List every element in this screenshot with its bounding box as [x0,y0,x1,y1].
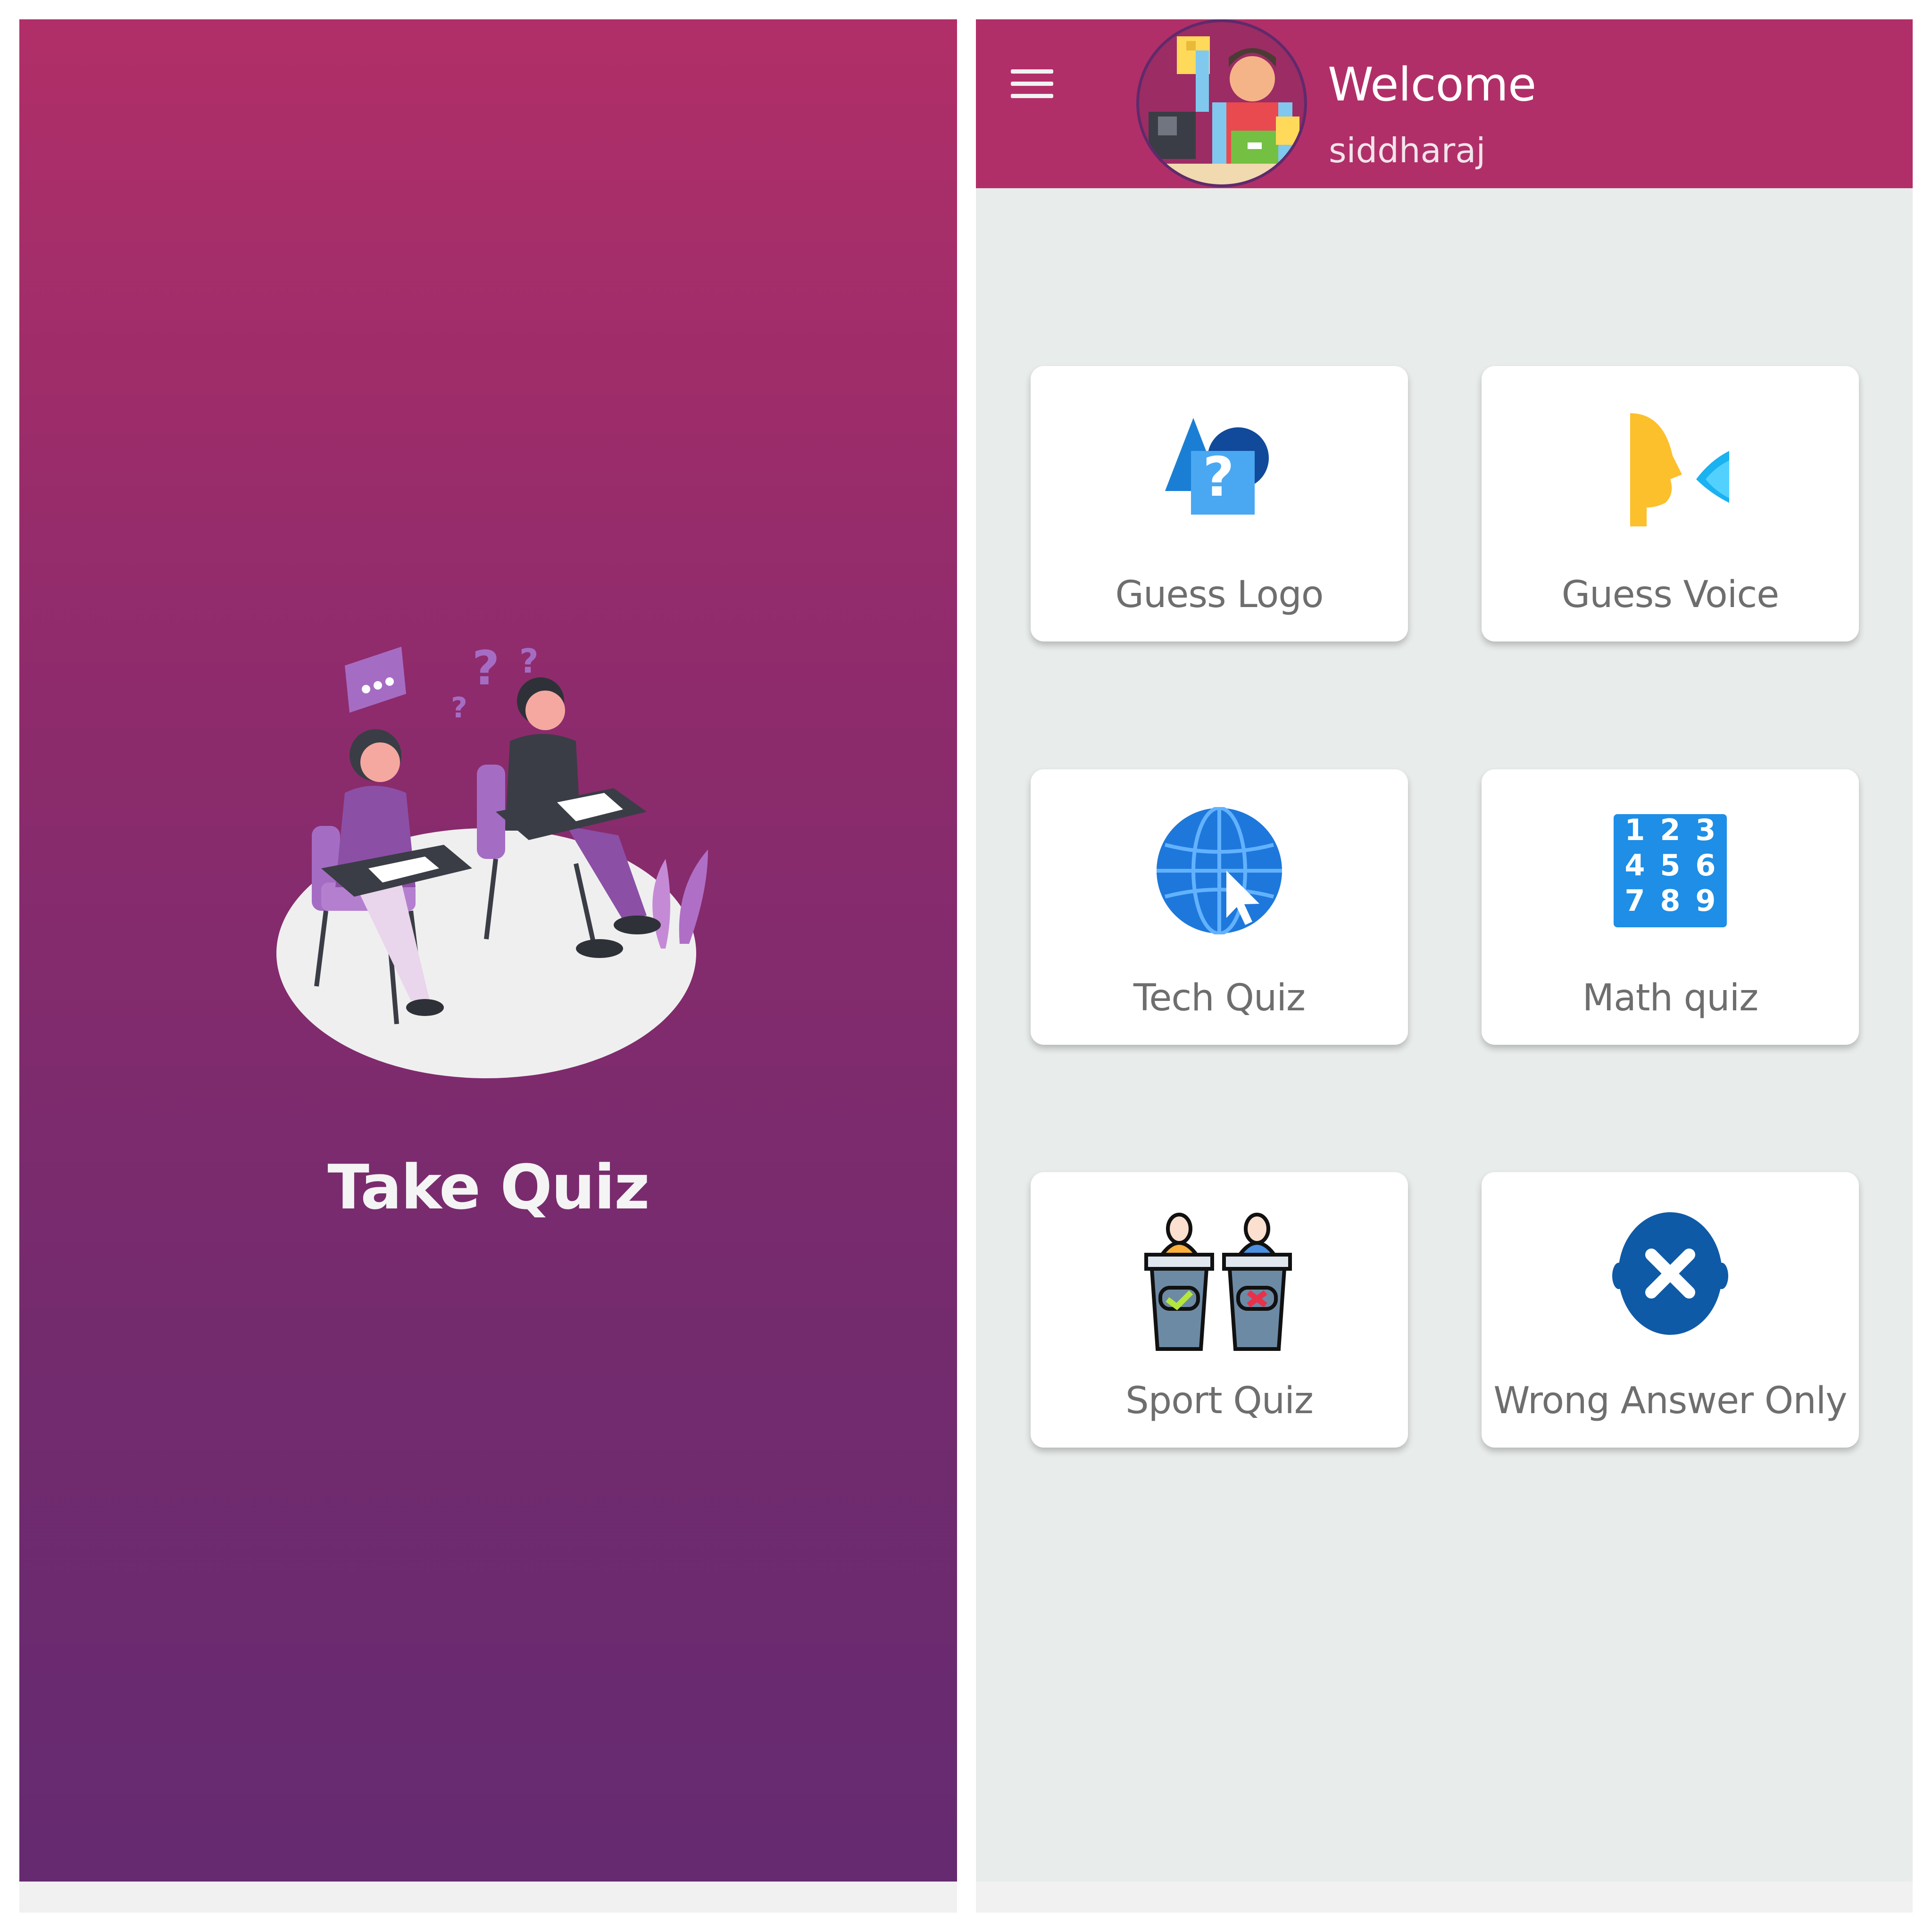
podium-vote-icon [1144,1213,1292,1351]
wrong-head-icon [1612,1212,1728,1335]
splash-screen: ? ? ? Take Quiz [19,19,957,1882]
math-digit: 6 [1695,848,1715,883]
welcome-title: Welcome [1328,58,1536,112]
math-quiz-label: Math quiz [1582,977,1758,1019]
tech-quiz-card[interactable]: Tech Quiz [1031,769,1408,1045]
guess-voice-card[interactable]: Guess Voice [1482,366,1859,641]
guess-logo-card[interactable]: ? Guess Logo [1031,366,1408,641]
take-quiz-title[interactable]: Take Quiz [19,1151,957,1223]
globe-cursor-icon [1157,807,1282,934]
guess-logo-label: Guess Logo [1115,574,1324,616]
username-label: siddharaj [1329,131,1486,170]
math-digit: 8 [1660,883,1680,918]
guess-voice-label: Guess Voice [1561,574,1780,616]
tech-quiz-label: Tech Quiz [1133,977,1306,1019]
voice-face-icon [1630,413,1729,526]
svg-text:?: ? [519,647,539,681]
hamburger-menu-icon[interactable] [1006,61,1058,108]
sport-quiz-label: Sport Quiz [1125,1380,1314,1422]
math-digit: 1 [1624,813,1645,847]
dashboard-bottom-bar [976,1882,1913,1913]
wrong-answer-only-label: Wrong Answer Only [1493,1380,1847,1422]
app-header: Welcome siddharaj [976,19,1913,188]
number-grid-icon: 147 258 369 [1614,813,1727,927]
user-avatar[interactable] [1136,19,1307,187]
wrong-answer-only-card[interactable]: Wrong Answer Only [1482,1172,1859,1448]
math-digit: 4 [1624,848,1645,883]
shopkeeper-avatar [1139,36,1304,184]
math-digit: 5 [1660,848,1680,883]
svg-text:?: ? [1203,446,1234,509]
math-quiz-card[interactable]: 147 258 369 Math quiz [1482,769,1859,1045]
math-digit: 3 [1695,813,1715,847]
svg-text:?: ? [451,691,467,724]
splash-bottom-bar [19,1882,957,1913]
logo-question-icon: ? [1165,418,1269,515]
students-taking-exam-illustration: ? ? ? [276,647,708,1078]
math-digit: 2 [1660,813,1680,847]
dashboard-screen: Welcome siddharaj ? Guess Logo Guess Voi… [976,19,1913,1913]
math-digit: 9 [1695,883,1715,918]
math-digit: 7 [1624,883,1645,918]
sport-quiz-card[interactable]: Sport Quiz [1031,1172,1408,1448]
svg-text:?: ? [472,647,500,696]
